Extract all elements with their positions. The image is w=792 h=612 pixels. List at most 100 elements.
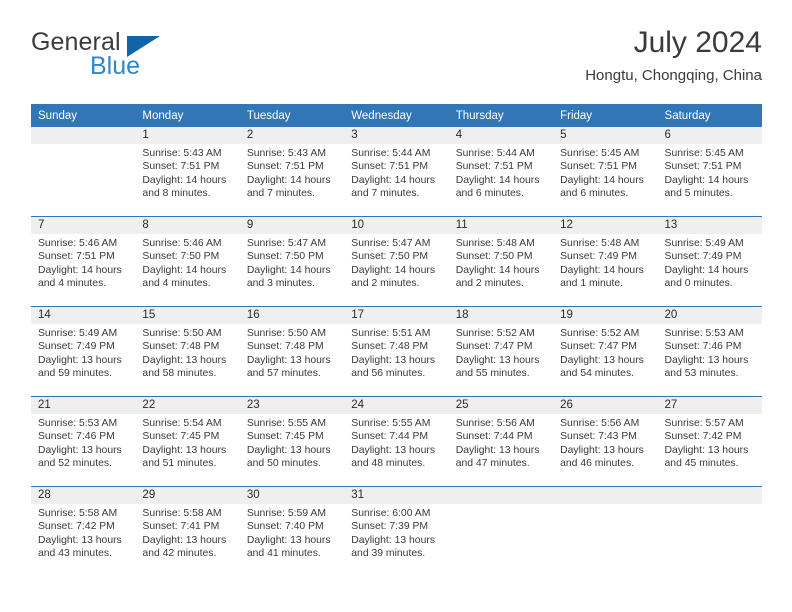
sunset-text: Sunset: 7:42 PM bbox=[38, 521, 115, 533]
calendar-day-cell[interactable]: 26 Sunrise: 5:56 AM Sunset: 7:43 PM Dayligh… bbox=[553, 396, 658, 487]
calendar-day-cell[interactable] bbox=[31, 127, 136, 217]
sunrise-text: Sunrise: 5:43 AM bbox=[246, 148, 326, 159]
sunset-text: Sunset: 7:47 PM bbox=[455, 341, 533, 353]
day-number: 1 bbox=[135, 127, 240, 144]
calendar-day-cell[interactable]: 18 Sunrise: 5:52 AM Sunset: 7:47 PM Dayligh… bbox=[448, 306, 554, 397]
calendar-day-cell[interactable]: 17 Sunrise: 5:51 AM Sunset: 7:48 PM Dayligh… bbox=[344, 306, 449, 397]
calendar-page: General Blue July 2024 Hongtu, Chongqing… bbox=[0, 0, 792, 612]
sunset-text: Sunset: 7:47 PM bbox=[560, 341, 637, 353]
day-number: 11 bbox=[448, 217, 554, 234]
calendar-day-cell[interactable]: 20 Sunrise: 5:53 AM Sunset: 7:46 PM Dayligh… bbox=[657, 306, 762, 397]
calendar-day-cell[interactable]: 7 Sunrise: 5:46 AM Sunset: 7:51 PM Daylight… bbox=[31, 216, 136, 307]
calendar-day-cell[interactable]: 29 Sunrise: 5:58 AM Sunset: 7:41 PM Dayligh… bbox=[135, 486, 240, 576]
day-sun-info: Sunrise: 5:56 AM Sunset: 7:44 PM Daylight:… bbox=[449, 414, 553, 471]
day-sun-info: Sunrise: 5:49 AM Sunset: 7:49 PM Daylight:… bbox=[31, 324, 135, 381]
sunset-text: Sunset: 7:40 PM bbox=[246, 521, 324, 533]
daylight-text-line1: Daylight: 13 hours bbox=[142, 534, 227, 546]
sunset-text: Sunset: 7:50 PM bbox=[246, 251, 324, 263]
location-subtitle: Hongtu, Chongqing, China bbox=[585, 67, 762, 84]
calendar-header-row: Sunday Monday Tuesday Wednesday Thursday… bbox=[31, 104, 762, 127]
sunrise-text: Sunrise: 5:56 AM bbox=[455, 418, 535, 429]
brand-logo[interactable]: General Blue bbox=[31, 28, 251, 92]
sunset-text: Sunset: 7:50 PM bbox=[142, 251, 220, 263]
sunrise-text: Sunrise: 5:45 AM bbox=[664, 148, 744, 159]
daylight-text-line2: and 55 minutes. bbox=[455, 368, 530, 380]
sunrise-text: Sunrise: 5:55 AM bbox=[246, 418, 326, 429]
day-cell-content: 19 Sunrise: 5:52 AM Sunset: 7:47 PM Dayligh… bbox=[553, 307, 658, 396]
calendar-day-cell[interactable]: 11 Sunrise: 5:48 AM Sunset: 7:50 PM Dayligh… bbox=[448, 216, 554, 307]
calendar-day-cell[interactable]: 31 Sunrise: 6:00 AM Sunset: 7:39 PM Dayligh… bbox=[344, 486, 449, 576]
day-sun-info: Sunrise: 5:56 AM Sunset: 7:43 PM Daylight:… bbox=[553, 414, 657, 471]
calendar-day-cell[interactable]: 2 Sunrise: 5:43 AM Sunset: 7:51 PM Daylight… bbox=[239, 127, 345, 217]
day-sun-info: Sunrise: 5:46 AM Sunset: 7:50 PM Daylight:… bbox=[135, 234, 239, 291]
calendar-day-cell[interactable]: 19 Sunrise: 5:52 AM Sunset: 7:47 PM Dayligh… bbox=[553, 306, 658, 397]
calendar-day-cell[interactable]: 5 Sunrise: 5:45 AM Sunset: 7:51 PM Daylight… bbox=[553, 127, 658, 217]
calendar-day-cell[interactable]: 15 Sunrise: 5:50 AM Sunset: 7:48 PM Dayligh… bbox=[135, 306, 240, 397]
calendar-day-cell[interactable]: 4 Sunrise: 5:44 AM Sunset: 7:51 PM Daylight… bbox=[448, 127, 554, 217]
daylight-text-line1: Daylight: 13 hours bbox=[351, 534, 436, 546]
calendar-day-cell[interactable]: 12 Sunrise: 5:48 AM Sunset: 7:49 PM Dayligh… bbox=[553, 216, 658, 307]
day-cell-content: 5 Sunrise: 5:45 AM Sunset: 7:51 PM Daylight… bbox=[553, 127, 658, 216]
calendar-day-cell[interactable]: 6 Sunrise: 5:45 AM Sunset: 7:51 PM Daylight… bbox=[657, 127, 762, 217]
daylight-text-line1: Daylight: 14 hours bbox=[455, 174, 540, 186]
calendar-day-cell[interactable]: 21 Sunrise: 5:53 AM Sunset: 7:46 PM Dayligh… bbox=[31, 396, 136, 487]
day-sun-info: Sunrise: 5:44 AM Sunset: 7:51 PM Daylight:… bbox=[344, 144, 448, 201]
calendar-day-cell[interactable] bbox=[448, 486, 554, 576]
day-cell-content: 30 Sunrise: 5:59 AM Sunset: 7:40 PM Dayligh… bbox=[239, 487, 345, 576]
calendar-week-row: 14 Sunrise: 5:49 AM Sunset: 7:49 PM Dayligh… bbox=[31, 306, 762, 397]
calendar-day-cell[interactable]: 28 Sunrise: 5:58 AM Sunset: 7:42 PM Dayligh… bbox=[31, 486, 136, 576]
sunrise-text: Sunrise: 5:43 AM bbox=[142, 148, 222, 159]
sunrise-text: Sunrise: 5:52 AM bbox=[455, 328, 535, 339]
calendar-day-cell[interactable]: 8 Sunrise: 5:46 AM Sunset: 7:50 PM Daylight… bbox=[135, 216, 240, 307]
calendar-day-cell[interactable]: 3 Sunrise: 5:44 AM Sunset: 7:51 PM Daylight… bbox=[344, 127, 449, 217]
calendar-day-cell[interactable]: 10 Sunrise: 5:47 AM Sunset: 7:50 PM Dayligh… bbox=[344, 216, 449, 307]
day-sun-info: Sunrise: 5:48 AM Sunset: 7:49 PM Daylight:… bbox=[553, 234, 657, 291]
daylight-text-line2: and 7 minutes. bbox=[246, 188, 316, 200]
sunset-text: Sunset: 7:42 PM bbox=[664, 431, 742, 443]
sunset-text: Sunset: 7:39 PM bbox=[351, 521, 429, 533]
day-cell-content: 8 Sunrise: 5:46 AM Sunset: 7:50 PM Daylight… bbox=[135, 217, 240, 306]
daylight-text-line1: Daylight: 13 hours bbox=[664, 354, 749, 366]
sunrise-text: Sunrise: 5:50 AM bbox=[142, 328, 222, 339]
daylight-text-line2: and 48 minutes. bbox=[351, 458, 426, 470]
daylight-text-line1: Daylight: 14 hours bbox=[664, 264, 749, 276]
day-sun-info: Sunrise: 6:00 AM Sunset: 7:39 PM Daylight:… bbox=[344, 504, 448, 561]
daylight-text-line2: and 53 minutes. bbox=[664, 368, 739, 380]
day-number: 15 bbox=[135, 307, 240, 324]
calendar-day-cell[interactable]: 30 Sunrise: 5:59 AM Sunset: 7:40 PM Dayligh… bbox=[239, 486, 345, 576]
calendar-day-cell[interactable]: 23 Sunrise: 5:55 AM Sunset: 7:45 PM Dayligh… bbox=[239, 396, 345, 487]
calendar-day-cell[interactable]: 25 Sunrise: 5:56 AM Sunset: 7:44 PM Dayligh… bbox=[448, 396, 554, 487]
day-number: 24 bbox=[344, 397, 449, 414]
calendar-day-cell[interactable]: 27 Sunrise: 5:57 AM Sunset: 7:42 PM Dayligh… bbox=[657, 396, 762, 487]
daylight-text-line2: and 6 minutes. bbox=[455, 188, 524, 200]
sunset-text: Sunset: 7:46 PM bbox=[38, 431, 115, 443]
day-number: 22 bbox=[135, 397, 240, 414]
day-cell-content: 4 Sunrise: 5:44 AM Sunset: 7:51 PM Daylight… bbox=[448, 127, 554, 216]
weekday-header-wednesday: Wednesday bbox=[344, 104, 449, 127]
calendar-day-cell[interactable] bbox=[553, 486, 658, 576]
day-number: 10 bbox=[344, 217, 449, 234]
sunrise-text: Sunrise: 5:49 AM bbox=[664, 238, 744, 249]
day-cell-content: 20 Sunrise: 5:53 AM Sunset: 7:46 PM Dayligh… bbox=[657, 307, 762, 396]
weekday-header-monday: Monday bbox=[135, 104, 240, 127]
day-number: 19 bbox=[553, 307, 658, 324]
day-cell-content: 31 Sunrise: 6:00 AM Sunset: 7:39 PM Dayligh… bbox=[344, 487, 449, 576]
daylight-text-line1: Daylight: 13 hours bbox=[664, 444, 749, 456]
calendar-grid: Sunday Monday Tuesday Wednesday Thursday… bbox=[31, 104, 762, 576]
calendar-day-cell[interactable]: 16 Sunrise: 5:50 AM Sunset: 7:48 PM Dayligh… bbox=[239, 306, 345, 397]
sunrise-text: Sunrise: 5:53 AM bbox=[664, 328, 744, 339]
calendar-day-cell[interactable]: 24 Sunrise: 5:55 AM Sunset: 7:44 PM Dayligh… bbox=[344, 396, 449, 487]
daylight-text-line1: Daylight: 13 hours bbox=[455, 444, 540, 456]
daylight-text-line2: and 59 minutes. bbox=[38, 368, 112, 380]
daylight-text-line1: Daylight: 14 hours bbox=[351, 264, 436, 276]
calendar-day-cell[interactable]: 13 Sunrise: 5:49 AM Sunset: 7:49 PM Dayligh… bbox=[657, 216, 762, 307]
daylight-text-line2: and 4 minutes. bbox=[142, 278, 211, 290]
day-number bbox=[553, 487, 658, 504]
day-cell-content: 25 Sunrise: 5:56 AM Sunset: 7:44 PM Dayligh… bbox=[448, 397, 554, 486]
calendar-day-cell[interactable]: 14 Sunrise: 5:49 AM Sunset: 7:49 PM Dayligh… bbox=[31, 306, 136, 397]
calendar-day-cell[interactable]: 9 Sunrise: 5:47 AM Sunset: 7:50 PM Daylight… bbox=[239, 216, 345, 307]
calendar-day-cell[interactable] bbox=[657, 486, 762, 576]
calendar-day-cell[interactable]: 22 Sunrise: 5:54 AM Sunset: 7:45 PM Dayligh… bbox=[135, 396, 240, 487]
calendar-day-cell[interactable]: 1 Sunrise: 5:43 AM Sunset: 7:51 PM Daylight… bbox=[135, 127, 240, 217]
daylight-text-line1: Daylight: 13 hours bbox=[351, 354, 436, 366]
